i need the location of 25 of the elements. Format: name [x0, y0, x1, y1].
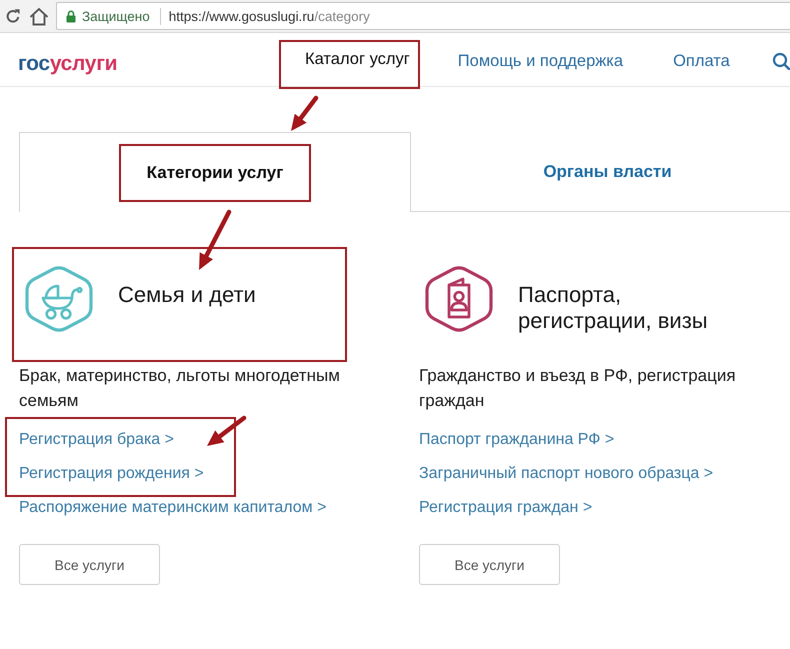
nav-link[interactable]: Оплата [673, 52, 730, 70]
annotation-arrow [291, 96, 318, 131]
site-logo[interactable]: госуслуги [18, 52, 118, 76]
category-description: Гражданство и въезд в РФ, регистрация граждан [419, 365, 737, 412]
nav-link[interactable]: Каталог услуг [305, 50, 410, 68]
category-title[interactable]: Семья и дети [118, 282, 333, 308]
category-description: Брак, материнство, льготы многодетным семьям [19, 365, 341, 412]
search-icon[interactable] [772, 52, 790, 70]
service-link[interactable]: Паспорт гражданина РФ > [419, 423, 614, 457]
all-services-button[interactable]: Все услуги [19, 544, 160, 585]
address-bar[interactable]: Защищено https://www.gosuslugi.ru/category [56, 2, 790, 30]
url-text: https://www.gosuslugi.ru/category [168, 8, 370, 24]
reload-icon[interactable] [5, 8, 21, 24]
lock-icon [66, 10, 76, 22]
service-link[interactable]: Заграничный паспорт нового образца > [419, 457, 714, 491]
tab[interactable]: Категории услуг [19, 132, 411, 212]
service-link[interactable]: Регистрация граждан > [419, 491, 592, 525]
home-icon[interactable] [29, 6, 49, 26]
service-link[interactable]: Регистрация рождения > [19, 457, 204, 491]
nav-link[interactable]: Помощь и поддержка [458, 52, 624, 70]
service-link[interactable]: Регистрация брака > [19, 423, 174, 457]
category-title[interactable]: Паспорта, регистрации, визы [518, 282, 733, 334]
service-link[interactable]: Распоряжение материнским капиталом > [19, 491, 326, 525]
security-label: Защищено [82, 8, 150, 24]
all-services-button[interactable]: Все услуги [419, 544, 560, 585]
